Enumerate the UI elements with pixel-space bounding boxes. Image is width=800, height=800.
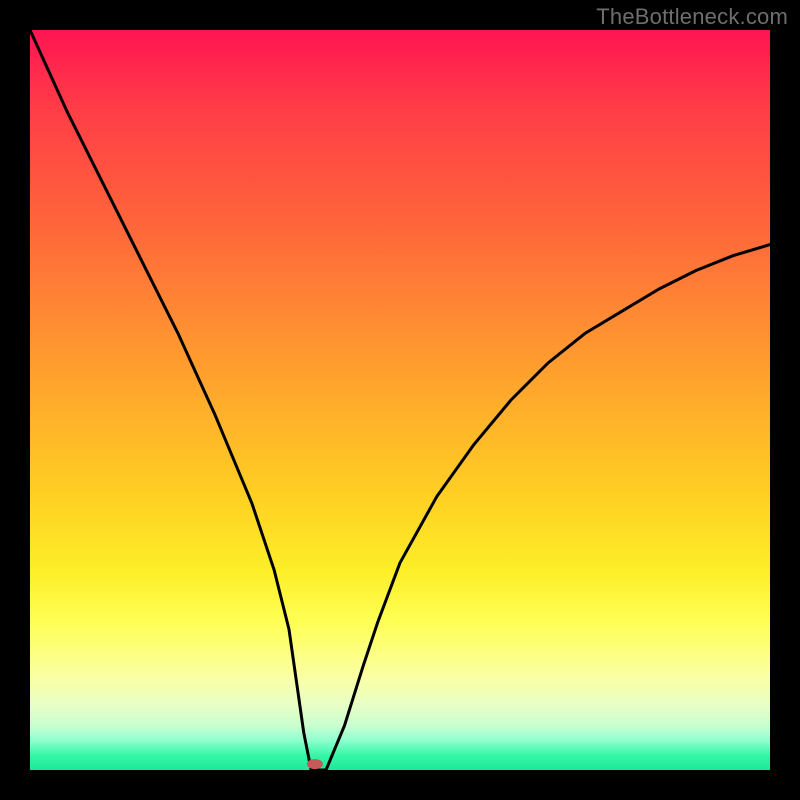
chart-svg: [30, 30, 770, 770]
watermark-text: TheBottleneck.com: [596, 4, 788, 30]
chart-frame: TheBottleneck.com: [0, 0, 800, 800]
bottleneck-curve: [30, 30, 770, 770]
optimal-marker: [307, 759, 323, 769]
plot-area: [30, 30, 770, 770]
